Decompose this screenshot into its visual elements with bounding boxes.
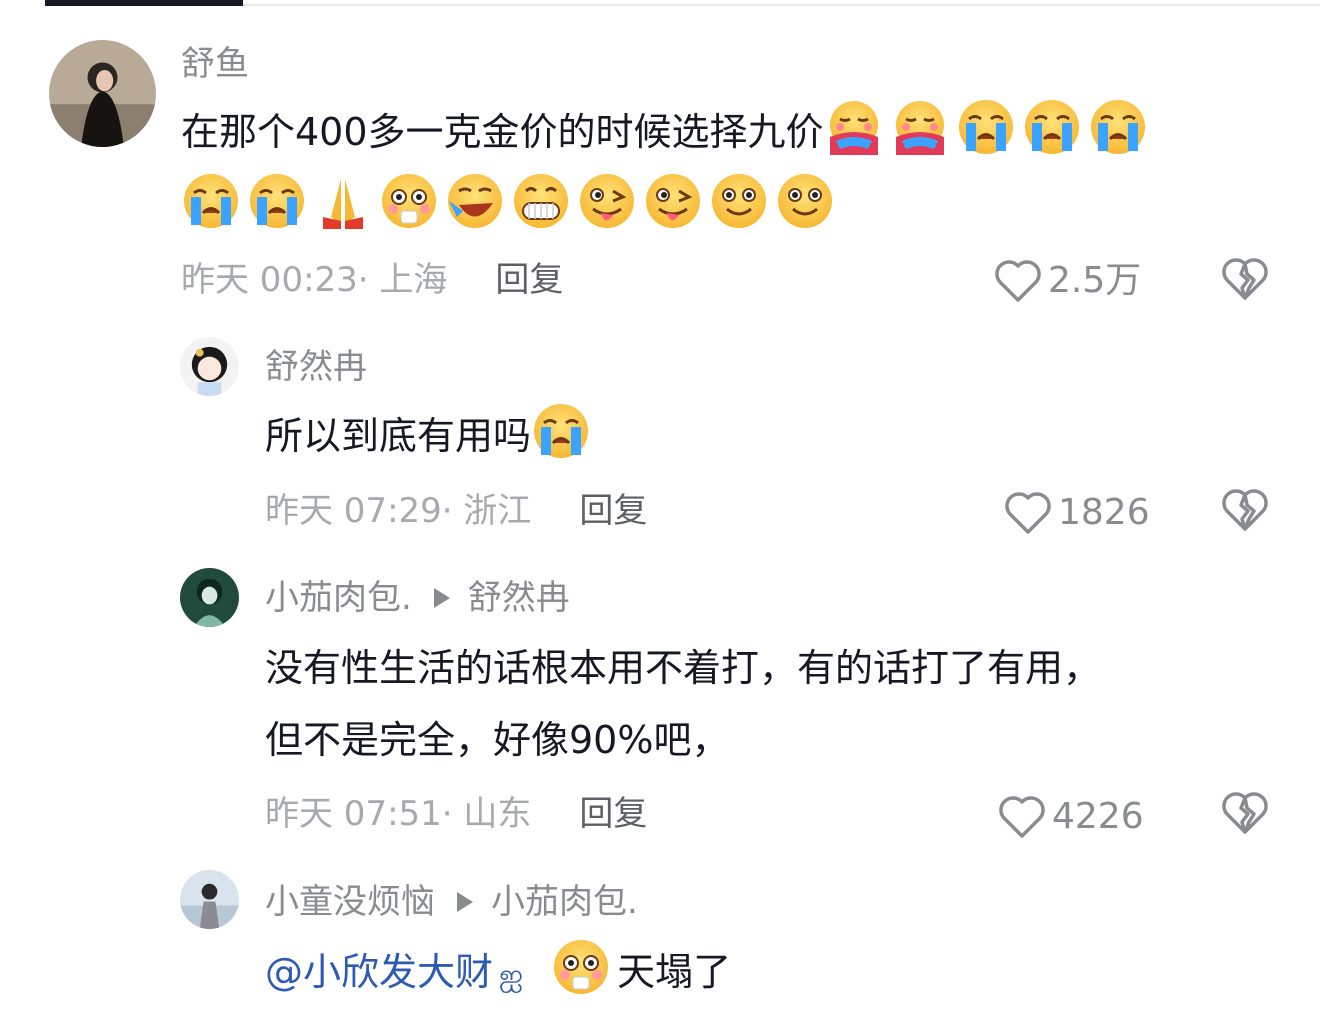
like-button[interactable]: 1826 <box>1004 490 1150 536</box>
reply-arrow-icon <box>457 892 473 912</box>
reply-to-username[interactable]: 舒然冉 <box>468 578 570 618</box>
avatar[interactable] <box>180 568 239 627</box>
username[interactable]: 小童没烦恼 小茄肉包. <box>265 882 638 922</box>
comment-location: 山东 <box>463 794 532 834</box>
reply-item: 小童没烦恼 小茄肉包. @小欣发大财 ஐ 天塌了 <box>0 850 1320 1024</box>
comment-meta: 昨天 07:29· 浙江 回复 <box>265 491 648 531</box>
mention-link[interactable]: @小欣发大财 <box>265 950 493 994</box>
reply-item: 小茄肉包. 舒然冉 没有性生活的话根本用不着打，有的话打了有用， 但不是完全，好像9… <box>0 550 1320 850</box>
avatar[interactable] <box>49 40 156 147</box>
username[interactable]: 舒然冉 <box>265 347 367 387</box>
hug-emoji <box>824 97 884 157</box>
reply-to-username[interactable]: 小茄肉包. <box>491 882 638 922</box>
comment-meta: 昨天 07:51· 山东 回复 <box>265 794 648 834</box>
comment-time: 昨天 07:29 <box>265 491 442 531</box>
flushed-emoji <box>379 171 439 231</box>
reply-arrow-icon <box>433 588 450 608</box>
wink-tongue-emoji <box>643 171 703 231</box>
comment-location: 浙江 <box>463 491 532 531</box>
comment-meta: 昨天 00:23· 上海 回复 <box>181 260 564 300</box>
reply-button[interactable]: 回复 <box>579 794 647 834</box>
flushed-emoji <box>551 937 611 997</box>
heart-icon <box>998 794 1046 840</box>
crying-emoji <box>956 97 1016 157</box>
reply-button[interactable]: 回复 <box>579 491 647 531</box>
username[interactable]: 舒鱼 <box>181 44 249 84</box>
comment-text: @小欣发大财 ஐ 天塌了 <box>265 936 731 1012</box>
like-count: 1826 <box>1058 492 1150 533</box>
reply-item: 舒然冉 所以到底有用吗 昨天 07:29· 浙江 回复 1826 <box>0 320 1320 550</box>
avatar[interactable] <box>180 337 239 396</box>
heart-icon <box>994 258 1042 304</box>
grin-emoji <box>511 171 571 231</box>
comment-time: 昨天 07:51 <box>265 794 442 834</box>
wink-tongue-emoji <box>577 171 637 231</box>
dislike-icon[interactable] <box>1221 487 1269 533</box>
dislike-icon[interactable] <box>1221 256 1269 302</box>
comment-text: 在那个400多一克金价的时候选择九价 <box>181 96 1154 168</box>
crying-emoji <box>181 171 241 231</box>
reply-button[interactable]: 回复 <box>495 260 563 300</box>
username[interactable]: 小茄肉包. 舒然冉 <box>265 578 570 618</box>
comment-location: 上海 <box>379 260 448 300</box>
like-count: 2.5万 <box>1048 260 1142 301</box>
hug-emoji <box>890 97 950 157</box>
pray-emoji <box>313 171 373 231</box>
like-count: 4226 <box>1052 796 1144 837</box>
like-button[interactable]: 4226 <box>998 794 1144 840</box>
comment-time: 昨天 00:23 <box>181 260 358 300</box>
smile-emoji <box>775 171 835 231</box>
crying-emoji <box>1022 97 1082 157</box>
rofl-emoji <box>445 171 505 231</box>
link-icon: ஐ <box>499 958 524 993</box>
like-button[interactable]: 2.5万 <box>994 258 1141 304</box>
heart-icon <box>1004 490 1052 536</box>
comment-item: 舒鱼 在那个400多一克金价的时候选择九价 昨天 00:23· 上海 回复 2.5… <box>0 0 1320 320</box>
crying-emoji <box>531 401 591 461</box>
smile-emoji <box>709 171 769 231</box>
comment-emoji-line <box>181 170 841 242</box>
avatar[interactable] <box>180 870 239 929</box>
crying-emoji <box>247 171 307 231</box>
crying-emoji <box>1088 97 1148 157</box>
comment-text: 所以到底有用吗 <box>265 400 597 472</box>
comment-text: 没有性生活的话根本用不着打，有的话打了有用， 但不是完全，好像90%吧， <box>265 646 1102 762</box>
dislike-icon[interactable] <box>1221 790 1269 836</box>
